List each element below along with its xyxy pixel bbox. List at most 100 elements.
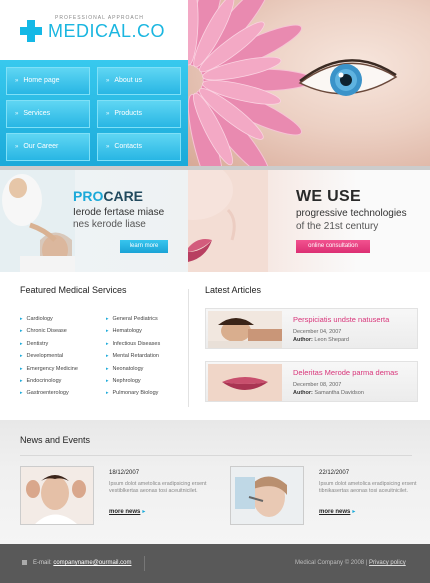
- square-icon: [22, 560, 27, 565]
- procare-promo: PROCARE Ierode fertase miase nes kerode …: [0, 170, 188, 272]
- article-date: December 04, 2007: [293, 329, 342, 335]
- service-link[interactable]: ▸ Developmental: [20, 350, 104, 362]
- news-item: 22/12/2007 Ipsum dolot ametolica eradips…: [230, 466, 430, 526]
- procare-title: PROCARE: [73, 188, 143, 204]
- featured-services: Featured Medical Services ▸ Cardiology ▸ C…: [20, 285, 188, 415]
- service-link[interactable]: ▸ Chronic Disease: [20, 325, 104, 337]
- service-link[interactable]: ▸ Gastroenterology: [20, 387, 104, 399]
- service-link[interactable]: ▸ General Pediatrics: [106, 313, 190, 325]
- article-author: Author: Leon Shepard: [293, 337, 349, 343]
- main-navigation: » Home page » About us » Services » Products…: [0, 60, 188, 168]
- service-link[interactable]: ▸ Nephrology: [106, 375, 190, 387]
- eye-image: [298, 59, 398, 96]
- bullet-arrow-icon: ▸: [20, 340, 23, 347]
- service-link[interactable]: ▸ Endocrinology: [20, 375, 104, 387]
- column-divider: [188, 289, 189, 407]
- more-news-link[interactable]: more news ▸: [109, 508, 145, 515]
- nav-about-us[interactable]: » About us: [97, 67, 181, 95]
- chevron-right-icon: »: [15, 111, 19, 117]
- nav-label: Our Career: [23, 143, 59, 150]
- news-photo: [230, 466, 304, 525]
- news-date: 18/12/2007: [109, 470, 140, 476]
- nav-products[interactable]: » Products: [97, 100, 181, 128]
- news-date: 22/12/2007: [319, 470, 350, 476]
- service-label: Chronic Disease: [26, 328, 67, 335]
- article-title-link[interactable]: Deleritas Merode parma demas: [293, 368, 398, 377]
- article-card: Deleritas Merode parma demas December 08…: [205, 361, 418, 402]
- nav-label: Products: [114, 110, 142, 117]
- lips-face-photo: [188, 170, 268, 272]
- footer-divider: [144, 556, 145, 571]
- service-link[interactable]: ▸ Hematology: [106, 325, 190, 337]
- news-title: News and Events: [20, 435, 91, 445]
- we-use-promo: WE USE progressive technologies of the 2…: [188, 170, 430, 272]
- header: PROFESSIONAL APPROACH MEDICAL.CO » Home p…: [0, 0, 430, 170]
- online-consultation-button[interactable]: online consultation: [296, 240, 370, 253]
- service-label: Dentistry: [26, 340, 49, 347]
- service-label: Emergency Medicine: [26, 365, 78, 372]
- nav-contacts[interactable]: » Contacts: [97, 133, 181, 161]
- nav-home-page[interactable]: » Home page: [6, 67, 90, 95]
- arrow-right-icon: ▸: [142, 509, 146, 515]
- chevron-right-icon: »: [15, 144, 19, 150]
- bullet-arrow-icon: ▸: [20, 365, 23, 372]
- service-label: Pulmonary Biology: [112, 390, 159, 397]
- nav-label: Contacts: [114, 143, 142, 150]
- service-link[interactable]: ▸ Dentistry: [20, 338, 104, 350]
- arrow-right-icon: ▸: [352, 509, 356, 515]
- email-link[interactable]: companyname@ourmail.com: [53, 560, 131, 566]
- nav-label: About us: [114, 77, 142, 84]
- more-news-link[interactable]: more news ▸: [319, 508, 355, 515]
- service-link[interactable]: ▸ Infectious Diseases: [106, 338, 190, 350]
- learn-more-button[interactable]: learn more: [120, 240, 168, 253]
- bullet-arrow-icon: ▸: [106, 340, 109, 347]
- bullet-arrow-icon: ▸: [20, 316, 23, 322]
- service-link[interactable]: ▸ Emergency Medicine: [20, 363, 104, 375]
- bullet-arrow-icon: ▸: [20, 353, 23, 360]
- logo[interactable]: PROFESSIONAL APPROACH MEDICAL.CO: [0, 0, 188, 60]
- service-label: Neonatology: [112, 365, 144, 372]
- nav-our-career[interactable]: » Our Career: [6, 133, 90, 161]
- service-link[interactable]: ▸ Neonatology: [106, 363, 190, 375]
- news-photo: [20, 466, 94, 525]
- service-label: Hematology: [112, 328, 142, 335]
- nav-label: Home page: [23, 77, 60, 84]
- privacy-policy-link[interactable]: Privacy policy: [369, 560, 406, 566]
- service-label: Gastroenterology: [26, 390, 69, 397]
- services-column-1: ▸ Cardiology ▸ Chronic Disease ▸ Dentistry …: [20, 313, 104, 400]
- logo-name-main: MEDICAL: [48, 21, 132, 41]
- author-label: Author:: [293, 337, 313, 343]
- chevron-right-icon: »: [106, 111, 110, 117]
- logo-name: MEDICAL.CO: [48, 21, 165, 42]
- news-item: 18/12/2007 Ipsum dolot ametolica eradips…: [20, 466, 220, 526]
- more-news-label: more news: [109, 509, 141, 515]
- article-author: Author: Samantha Davidson: [293, 390, 364, 396]
- article-card: Perspiciatis undste natuserta December 0…: [205, 308, 418, 349]
- we-use-title: WE USE: [296, 188, 361, 205]
- bullet-arrow-icon: ▸: [20, 377, 23, 384]
- service-label: Endocrinology: [26, 377, 62, 384]
- service-link[interactable]: ▸ Cardiology: [20, 313, 104, 325]
- bullet-arrow-icon: ▸: [106, 353, 109, 360]
- news-text: Ipsum dolot ametolica eradipsicing ersen…: [109, 481, 207, 494]
- spa-treatment-photo: [0, 170, 75, 272]
- promo-band: PROCARE Ierode fertase miase nes kerode …: [0, 170, 430, 272]
- service-link[interactable]: ▸ Mental Retardation: [106, 350, 190, 362]
- services-column-2: ▸ General Pediatrics ▸ Hematology ▸ Infecti…: [106, 313, 190, 400]
- footer-copyright: Medical Company © 2008 | Privacy policy: [295, 560, 406, 566]
- procare-line-1: Ierode fertase miase: [73, 207, 165, 218]
- author-name: Samantha Davidson: [314, 390, 364, 396]
- chevron-right-icon: »: [106, 78, 110, 84]
- footer-separator: |: [365, 560, 368, 566]
- bullet-arrow-icon: ▸: [106, 377, 109, 384]
- article-title-link[interactable]: Perspiciatis undste natuserta: [293, 315, 389, 324]
- chevron-right-icon: »: [15, 78, 19, 84]
- copyright-text: Medical Company © 2008: [295, 560, 365, 566]
- nav-services[interactable]: » Services: [6, 100, 90, 128]
- author-name: Leon Shepard: [314, 337, 349, 343]
- service-link[interactable]: ▸ Pulmonary Biology: [106, 387, 190, 399]
- news-divider: [20, 455, 412, 456]
- bullet-arrow-icon: ▸: [20, 328, 23, 335]
- news-and-events: News and Events 18/12/2007 Ipsum dolot a…: [0, 420, 430, 544]
- service-label: Nephrology: [112, 377, 141, 384]
